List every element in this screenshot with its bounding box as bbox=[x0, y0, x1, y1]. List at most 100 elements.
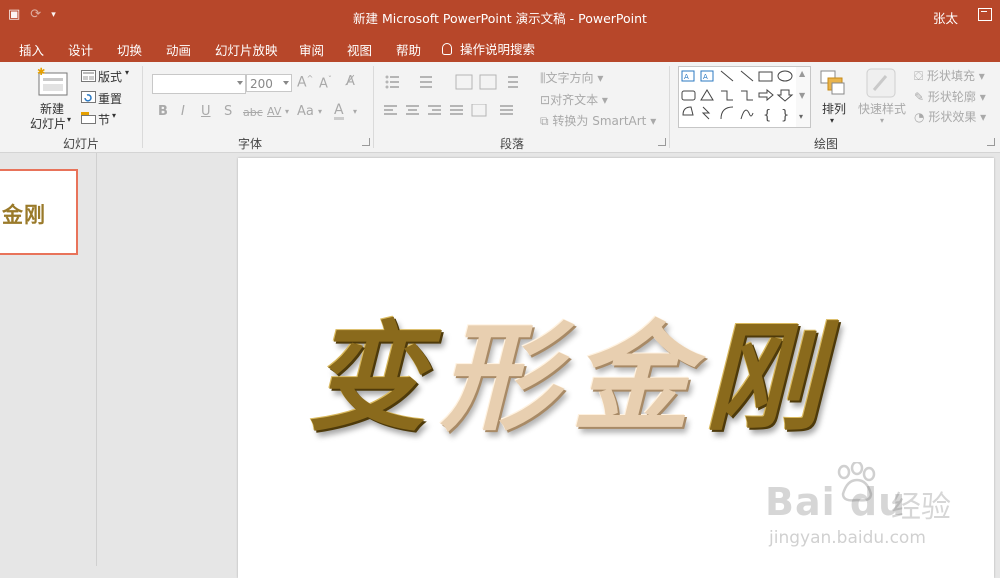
shapes-gallery[interactable]: A A { } bbox=[678, 66, 798, 128]
size-dropdown-icon[interactable] bbox=[283, 81, 289, 85]
new-slide-icon[interactable]: ✱ bbox=[36, 66, 70, 98]
strikethrough-button[interactable]: abc bbox=[243, 106, 263, 119]
tab-view[interactable]: 视图 bbox=[347, 40, 372, 59]
ribbon-tabs: 插入 设计 切换 动画 幻灯片放映 审阅 视图 帮助 操作说明搜索 bbox=[0, 32, 1000, 62]
character-spacing-button[interactable]: AV bbox=[267, 105, 281, 118]
arrange-dropdown-icon[interactable]: ▾ bbox=[830, 116, 834, 125]
title-bar: ▣ ⟳ ▾ 新建 Microsoft PowerPoint 演示文稿 - Pow… bbox=[0, 0, 1000, 32]
wordart-char-1: 变 bbox=[308, 308, 427, 447]
wordart-char-3: 金 bbox=[572, 308, 691, 447]
text-direction-button[interactable]: ⫼文字方向 ▾ bbox=[540, 69, 603, 86]
tab-animations[interactable]: 动画 bbox=[166, 40, 191, 59]
shape-outline-button[interactable]: ✎ 形状轮廓 ▾ bbox=[914, 88, 986, 105]
quick-styles-button[interactable]: 快速样式 bbox=[858, 100, 906, 117]
shapes-icons[interactable]: A A { } bbox=[679, 67, 797, 127]
bold-button[interactable]: B bbox=[158, 104, 168, 119]
spacing-dropdown-icon[interactable]: ▾ bbox=[285, 107, 289, 116]
section-dropdown-icon[interactable]: ▾ bbox=[112, 111, 116, 120]
drawing-dialog-launcher-icon[interactable] bbox=[987, 138, 995, 146]
gallery-scroll[interactable]: ▲ ▼ ▾ bbox=[796, 66, 811, 128]
group-label-slides: 幻灯片 bbox=[63, 137, 100, 151]
shape-fill-button[interactable]: ⛋ 形状填充 ▾ bbox=[914, 67, 985, 84]
watermark-cn: 经验 bbox=[891, 490, 951, 525]
quick-styles-icon[interactable] bbox=[864, 66, 898, 100]
font-size-value: 200 bbox=[250, 77, 273, 91]
change-case-button[interactable]: Aa bbox=[297, 104, 314, 119]
font-color-button[interactable]: A bbox=[334, 103, 344, 120]
watermark-brand: Bai du bbox=[765, 480, 907, 524]
text-direction-label: 文字方向 bbox=[545, 71, 594, 85]
smartart-icon: ⧉ bbox=[540, 114, 549, 128]
font-dropdown-icon[interactable] bbox=[237, 81, 243, 85]
divider bbox=[142, 66, 143, 148]
group-label-font: 字体 bbox=[238, 137, 263, 151]
shape-effects-button[interactable]: ◔ 形状效果 ▾ bbox=[914, 108, 986, 125]
font-name-box[interactable] bbox=[152, 74, 246, 94]
scroll-down-icon[interactable]: ▼ bbox=[799, 91, 805, 100]
tab-review[interactable]: 审阅 bbox=[299, 40, 324, 59]
text-shadow-button[interactable]: S bbox=[224, 104, 232, 119]
svg-text:A: A bbox=[684, 73, 689, 81]
italic-button[interactable]: I bbox=[181, 104, 185, 119]
reset-button[interactable]: 重置 bbox=[98, 90, 122, 107]
list-and-indent-icons[interactable] bbox=[384, 74, 534, 90]
chevron-down-icon[interactable]: ▾ bbox=[67, 115, 71, 124]
smartart-label: 转换为 SmartArt bbox=[552, 114, 647, 128]
section-icon bbox=[81, 112, 96, 124]
align-text-button[interactable]: ⊡对齐文本 ▾ bbox=[540, 91, 608, 108]
group-label-drawing: 绘图 bbox=[814, 137, 839, 151]
quick-styles-dropdown-icon[interactable]: ▾ bbox=[880, 116, 884, 125]
divider bbox=[373, 66, 374, 148]
grow-font-icon[interactable]: A^ bbox=[297, 74, 313, 91]
scroll-up-icon[interactable]: ▲ bbox=[799, 69, 805, 78]
slide-thumbnail[interactable]: 金刚 bbox=[0, 169, 78, 255]
case-dropdown-icon[interactable]: ▾ bbox=[318, 107, 322, 116]
convert-smartart-button[interactable]: ⧉ 转换为 SmartArt ▾ bbox=[540, 112, 656, 129]
layout-button[interactable]: 版式 bbox=[98, 68, 122, 85]
ribbon-display-options-icon[interactable] bbox=[978, 8, 992, 21]
gallery-more-icon[interactable]: ▾ bbox=[799, 112, 803, 121]
tab-design[interactable]: 设计 bbox=[68, 40, 93, 59]
shape-outline-label: 形状轮廓 bbox=[927, 90, 976, 104]
user-name[interactable]: 张太 bbox=[933, 8, 958, 27]
tell-me-search[interactable]: 操作说明搜索 bbox=[442, 39, 535, 58]
ribbon: ✱ 新建 幻灯片 ▾ 版式 ▾ 重置 节 ▾ 幻灯片 200 A^ Aˇ A̸ … bbox=[0, 62, 1000, 153]
tell-me-label: 操作说明搜索 bbox=[460, 42, 536, 57]
arrange-button[interactable]: 排列 bbox=[822, 100, 846, 117]
layout-dropdown-icon[interactable]: ▾ bbox=[125, 68, 129, 77]
divider bbox=[669, 66, 670, 148]
shape-fill-label: 形状填充 bbox=[926, 69, 975, 83]
wordart-text[interactable]: 变 形 金 刚 bbox=[308, 308, 822, 448]
font-dialog-launcher-icon[interactable] bbox=[362, 138, 370, 146]
section-button[interactable]: 节 bbox=[98, 111, 110, 128]
clear-formatting-icon[interactable]: A̸ bbox=[346, 74, 355, 89]
alignment-icons[interactable] bbox=[384, 104, 524, 118]
tab-help[interactable]: 帮助 bbox=[396, 40, 421, 59]
group-label-paragraph: 段落 bbox=[500, 137, 525, 151]
lightbulb-icon bbox=[442, 42, 452, 55]
underline-button[interactable]: U bbox=[201, 104, 211, 119]
slide-thumbnail-pane: 金刚 bbox=[0, 153, 97, 566]
font-size-box[interactable]: 200 bbox=[246, 74, 292, 92]
arrange-icon[interactable] bbox=[818, 68, 848, 98]
svg-text:}: } bbox=[781, 108, 789, 123]
reset-icon bbox=[81, 91, 96, 103]
tab-slideshow[interactable]: 幻灯片放映 bbox=[215, 40, 278, 59]
svg-text:A: A bbox=[703, 73, 708, 81]
tab-insert[interactable]: 插入 bbox=[19, 40, 44, 59]
paragraph-dialog-launcher-icon[interactable] bbox=[658, 138, 666, 146]
paint-bucket-icon: ⛋ bbox=[914, 69, 924, 83]
tab-transitions[interactable]: 切换 bbox=[117, 40, 142, 59]
new-slide-label-2[interactable]: 幻灯片 bbox=[30, 115, 66, 132]
wordart-char-2: 形 bbox=[440, 308, 559, 447]
svg-text:{: { bbox=[763, 108, 771, 123]
shape-effects-label: 形状效果 bbox=[928, 110, 977, 124]
font-color-dropdown-icon[interactable]: ▾ bbox=[353, 107, 357, 116]
wordart-char-4: 刚 bbox=[704, 308, 823, 447]
baidu-watermark: Bai du 经验 jingyan.baidu.com bbox=[745, 462, 995, 562]
watermark-url: jingyan.baidu.com bbox=[769, 528, 926, 548]
thumbnail-text: 金刚 bbox=[2, 202, 46, 227]
window-title: 新建 Microsoft PowerPoint 演示文稿 - PowerPoin… bbox=[353, 11, 647, 26]
shrink-font-icon[interactable]: Aˇ bbox=[319, 75, 332, 91]
svg-text:✱: ✱ bbox=[37, 67, 45, 78]
